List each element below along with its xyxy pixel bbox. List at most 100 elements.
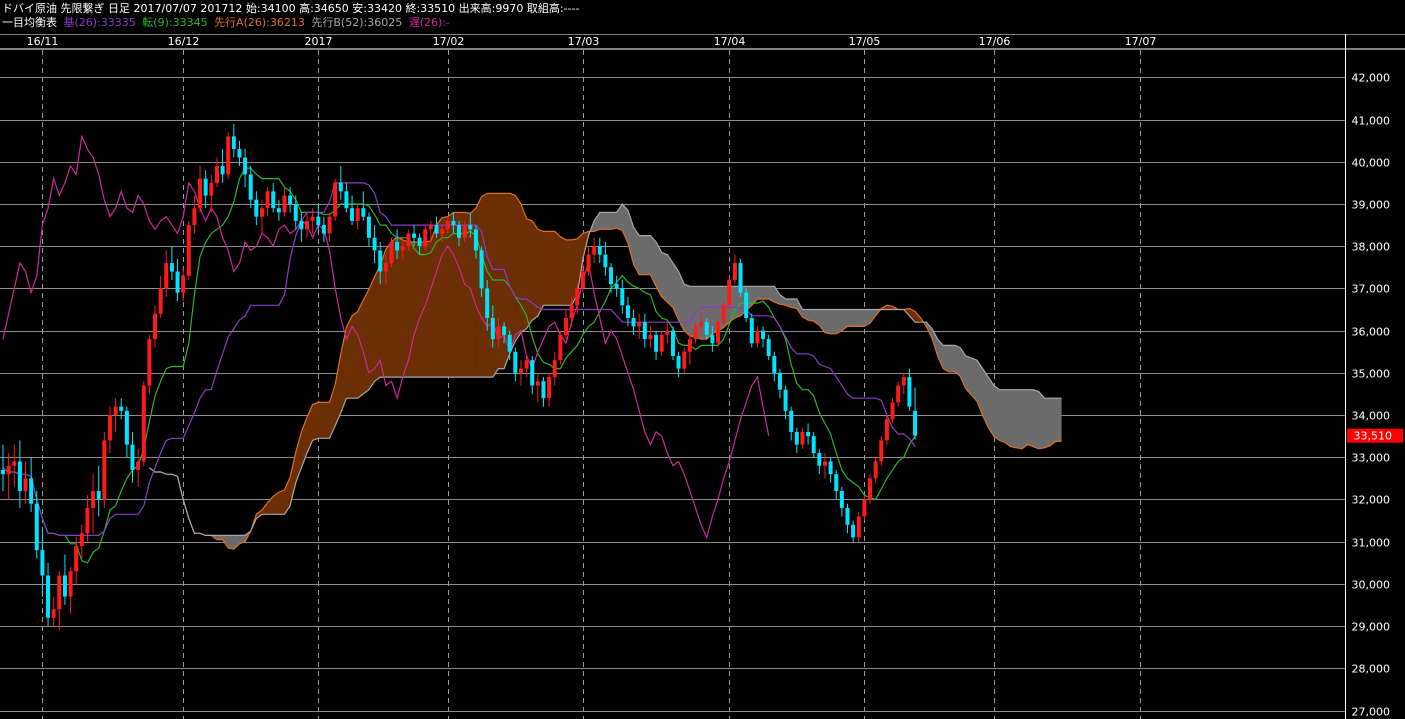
candle-body [383, 263, 388, 272]
candle-body [29, 478, 34, 504]
candle-body [181, 275, 186, 293]
cloud-segment [413, 241, 420, 378]
candle [254, 191, 259, 226]
candle-body [68, 571, 73, 597]
candle [124, 406, 129, 458]
candle-body [552, 360, 557, 378]
candle-body [91, 491, 96, 508]
candle [333, 178, 338, 221]
cloud-segment [830, 309, 837, 335]
cloud-segment [554, 230, 561, 306]
candle-body [17, 461, 22, 492]
candle-body [265, 191, 270, 209]
candle-body [693, 326, 698, 340]
candle-body [716, 322, 721, 344]
candle-body [732, 263, 737, 280]
candle [558, 330, 563, 365]
candle [716, 317, 721, 348]
y-tick-label: 41,000 [1352, 115, 1391, 128]
candle-body [74, 545, 79, 572]
cloud-segment [605, 212, 612, 230]
candle-body [198, 178, 203, 209]
candle-body [913, 410, 918, 436]
x-tick-label: 17/06 [979, 35, 1011, 48]
cloud-segment [1033, 389, 1040, 450]
x-tick-label: 2017 [305, 35, 333, 48]
candle-body [879, 440, 884, 462]
candle-body [744, 292, 749, 318]
cloud-segment [227, 535, 235, 550]
candle [203, 170, 208, 209]
cloud-segment [565, 239, 572, 306]
candle [226, 132, 231, 179]
candle [834, 469, 839, 500]
cloud-segment [543, 231, 550, 306]
candle [327, 212, 332, 242]
candle-body [136, 461, 141, 470]
candle [164, 250, 169, 297]
cloud-segment [661, 252, 668, 303]
candle-body [648, 334, 653, 340]
candle-body [614, 284, 619, 289]
cloud-segment [847, 309, 854, 327]
candle-body [259, 208, 264, 217]
candle-body [468, 225, 473, 230]
candle-body [806, 431, 811, 437]
candle [884, 415, 889, 445]
cloud-segment [1049, 397, 1057, 447]
candle-body [271, 191, 276, 209]
candle [96, 465, 101, 517]
candle-body [169, 263, 174, 272]
cloud-segment [948, 345, 955, 373]
candle-body [428, 225, 433, 230]
candle-body [457, 225, 462, 238]
candle-body [440, 229, 445, 234]
cloud-segment [289, 451, 297, 506]
candle [755, 326, 760, 348]
candle [91, 474, 96, 534]
candle [744, 288, 749, 323]
candle-body [597, 246, 602, 255]
candle [147, 334, 152, 394]
candle [800, 427, 805, 449]
candle [243, 149, 248, 188]
y-tick-label: 42,000 [1352, 72, 1391, 85]
candle [868, 474, 873, 504]
legend-base-line: 基(26):33335 [63, 16, 136, 29]
cloud-segment [757, 286, 764, 300]
candle-body [344, 191, 349, 209]
cloud-segment [1027, 389, 1034, 448]
candle [1, 444, 5, 492]
candle [282, 187, 287, 217]
candle-body [338, 182, 343, 192]
candle-body [40, 550, 45, 576]
candle-body [226, 136, 231, 175]
cloud-segment [396, 236, 403, 378]
cloud-segment [835, 309, 843, 335]
cloud-segment [419, 241, 426, 378]
candle-body [789, 410, 794, 432]
legend-leading-span-b: 先行B(52):36025 [311, 16, 403, 29]
candle-body [175, 271, 180, 293]
y-tick-label: 35,000 [1352, 368, 1391, 381]
candle [62, 554, 67, 606]
candle-body [547, 377, 552, 399]
candle-body [153, 313, 158, 340]
candle [547, 372, 552, 407]
candle-body [288, 195, 293, 204]
candle [670, 326, 675, 361]
candle [637, 313, 642, 340]
candle-body [231, 136, 236, 150]
candle [732, 254, 737, 285]
candle [541, 377, 546, 407]
last-price-label: 33,510 [1354, 430, 1393, 443]
cloud-segment [644, 235, 651, 275]
candle-body [856, 516, 861, 538]
candle [372, 225, 377, 264]
candle-body [237, 149, 242, 158]
cloud-segment [312, 402, 319, 441]
candle [366, 212, 371, 247]
candle [6, 453, 11, 500]
candle [29, 457, 34, 513]
price-chart[interactable]: 27,000 28,000 29,000 30,000 31,000 32,000 33,0… [0, 0, 1405, 719]
